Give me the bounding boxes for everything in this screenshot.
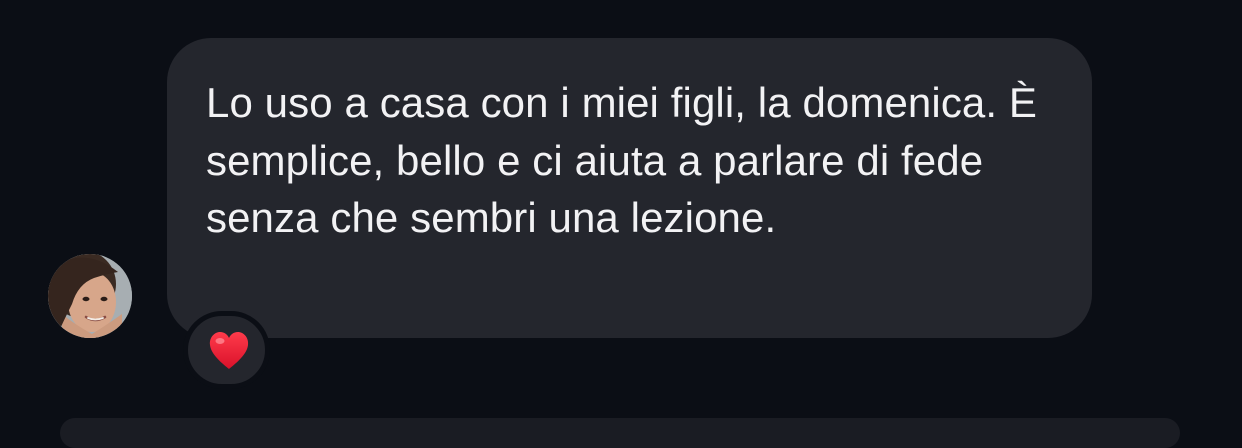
avatar-photo-icon [48,254,132,338]
message-bubble[interactable]: Lo uso a casa con i miei figli, la domen… [167,38,1092,338]
chat-thread: Lo uso a casa con i miei figli, la domen… [0,0,1242,448]
sender-avatar[interactable] [48,254,132,338]
composer-bar-edge [60,418,1180,448]
message-text: Lo uso a casa con i miei figli, la domen… [206,79,1038,241]
reaction-badge[interactable] [183,311,270,389]
red-heart-icon [209,332,249,369]
